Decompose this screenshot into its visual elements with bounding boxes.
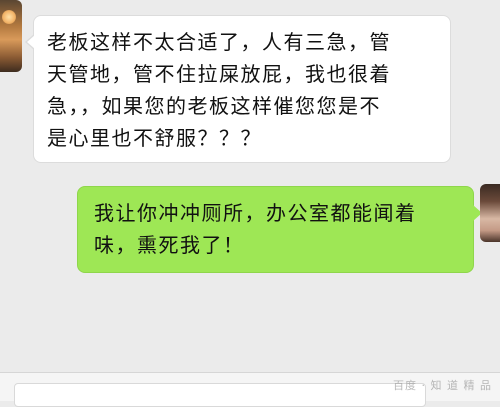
message-bubble-outgoing[interactable]: 我让你冲冲厕所，办公室都能闻着 味，熏死我了！ [77, 186, 482, 273]
chat-area: 老板这样不太合适了，人有三急，管 天管地，管不住拉屎放屁，我也很着 急，，如果您… [0, 0, 500, 372]
input-bar: 百度 · 知 道 精 品 [0, 372, 500, 407]
message-text-line: 急，，如果您的老板这样催您您是不 [47, 94, 381, 118]
avatar[interactable] [480, 184, 500, 242]
message-text-line: 味，熏死我了！ [94, 233, 245, 257]
watermark: 百度 · 知 道 精 品 [393, 379, 492, 392]
message-text-line: 老板这样不太合适了，人有三急，管 [47, 30, 391, 54]
message-input[interactable] [14, 383, 426, 407]
message-text-line: 天管地，管不住拉屎放屁，我也很着 [47, 62, 391, 86]
message-text-line: 是心里也不舒服？？？ [47, 126, 262, 150]
message-text-line: 我让你冲冲厕所，办公室都能闻着 [94, 201, 417, 225]
message-bubble-incoming[interactable]: 老板这样不太合适了，人有三急，管 天管地，管不住拉屎放屁，我也很着 急，，如果您… [25, 15, 451, 163]
sun-icon [2, 10, 16, 24]
avatar[interactable] [0, 0, 22, 72]
